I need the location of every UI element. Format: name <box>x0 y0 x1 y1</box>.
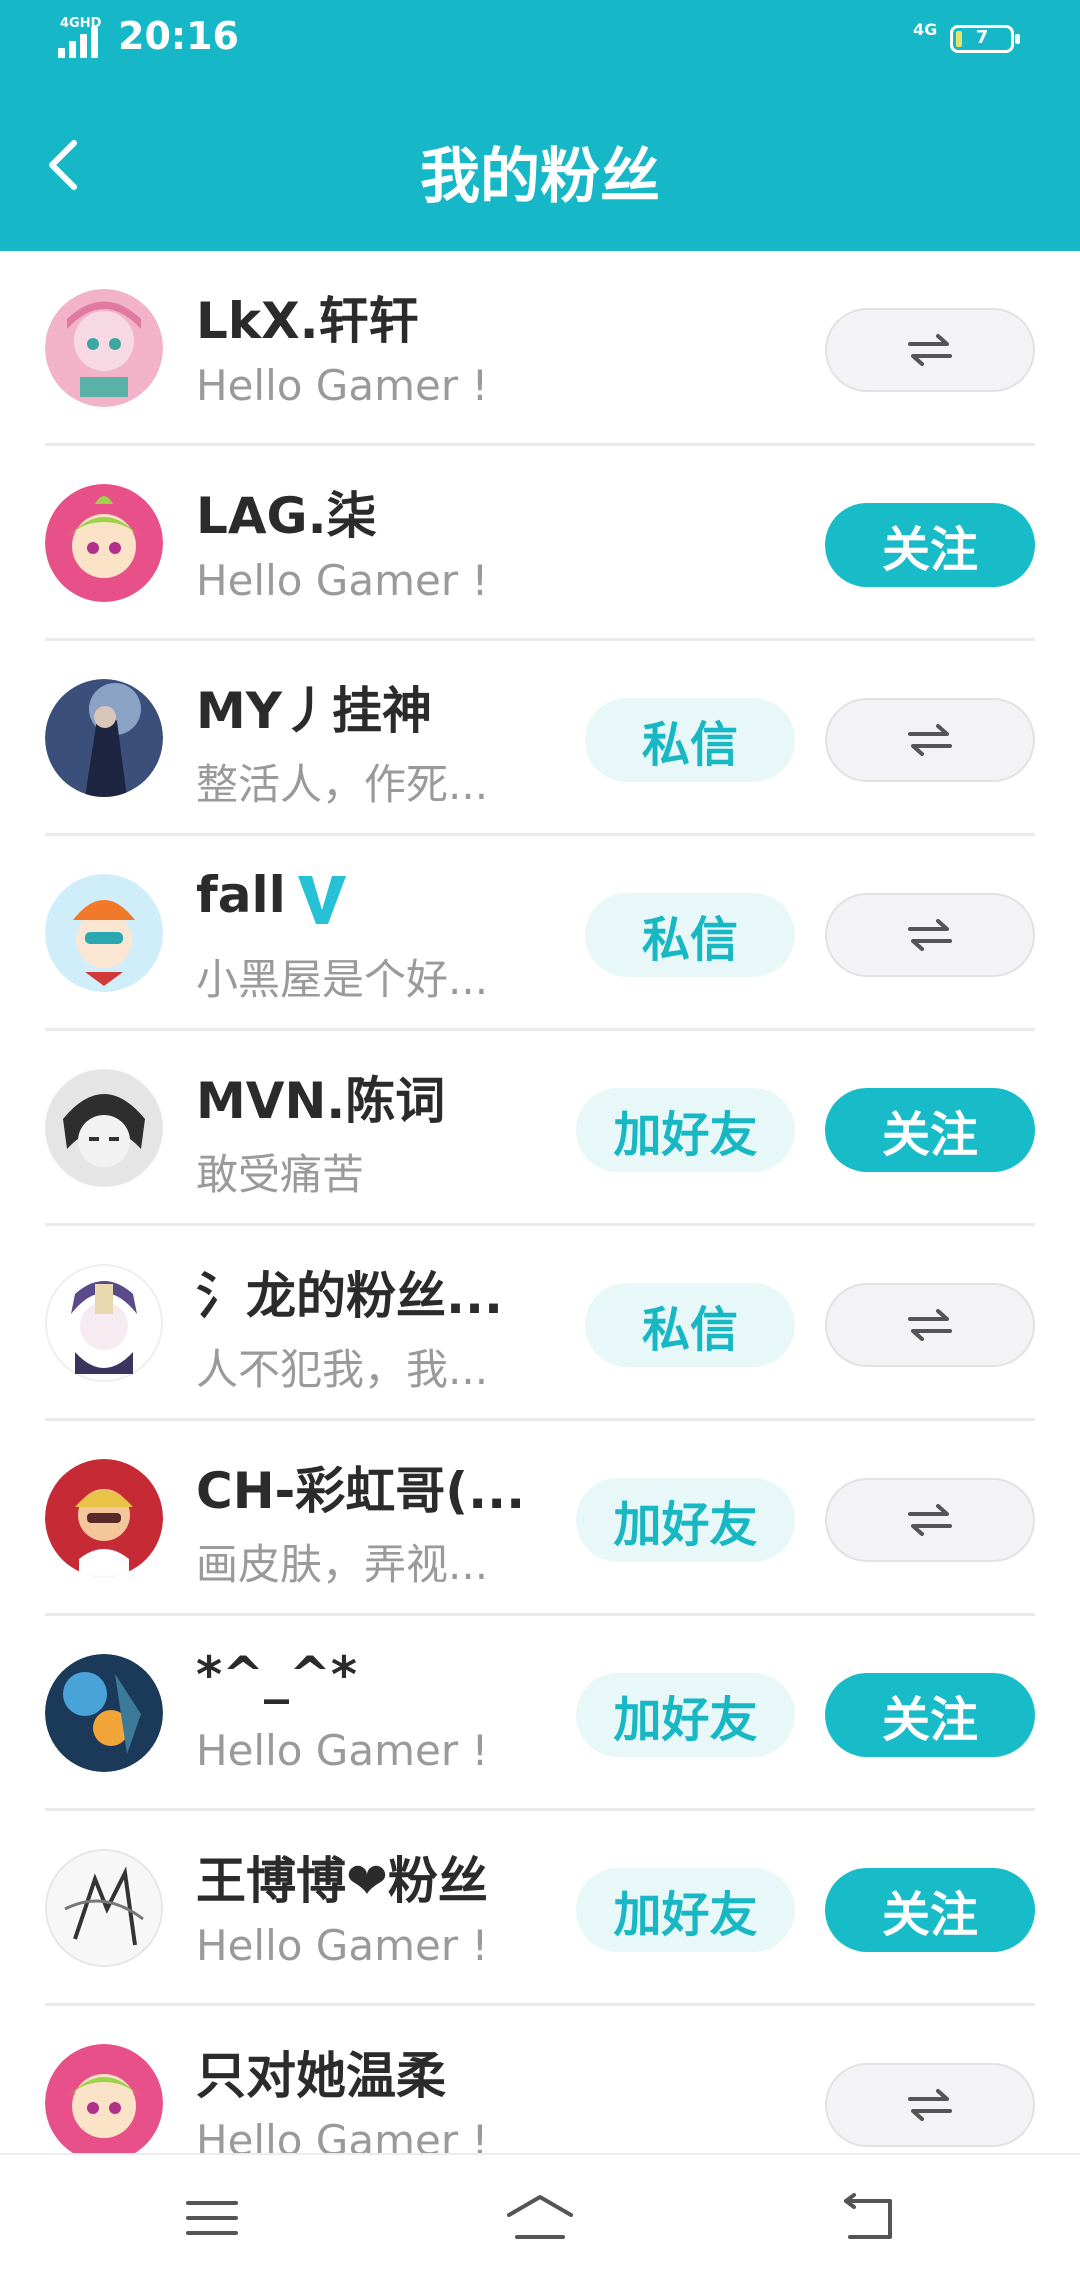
fan-name: 王博博❤粉丝 <box>196 1852 488 1910</box>
fan-signature: Hello Gamer ! <box>196 2116 489 2153</box>
mutual-follow-button[interactable] <box>825 1478 1035 1562</box>
list-item[interactable]: 只对她温柔 Hello Gamer ! <box>0 2006 1080 2153</box>
swap-arrows-icon <box>908 724 952 756</box>
list-item[interactable]: *^_^* Hello Gamer ! 加好友 关注 <box>0 1616 1080 1811</box>
list-item[interactable]: LAG.柒 Hello Gamer ! 关注 <box>0 446 1080 641</box>
avatar[interactable] <box>45 289 163 407</box>
fan-signature: 敢受痛苦 <box>196 1150 365 1199</box>
app-header: 4GHD 20:16 4G 7 我的粉丝 <box>0 0 1080 251</box>
swap-arrows-icon <box>908 919 952 951</box>
add-friend-button[interactable]: 加好友 <box>576 1868 795 1952</box>
back-icon[interactable] <box>838 2193 898 2243</box>
swap-arrows-icon <box>908 334 952 366</box>
list-item[interactable]: MVN.陈词 敢受痛苦 加好友 关注 <box>0 1031 1080 1226</box>
list-item[interactable]: 王博博❤粉丝 Hello Gamer ! 加好友 关注 <box>0 1811 1080 2006</box>
fans-list[interactable]: LkX.轩轩 Hello Gamer ! LAG.柒 Hello Gamer !… <box>0 251 1080 2153</box>
follow-button[interactable]: 关注 <box>825 503 1035 587</box>
add-friend-button[interactable]: 加好友 <box>576 1088 795 1172</box>
fan-signature: Hello Gamer ! <box>196 1921 489 1970</box>
swap-arrows-icon <box>908 1504 952 1536</box>
follow-button[interactable]: 关注 <box>825 1868 1035 1952</box>
list-item[interactable]: CH-彩虹哥(... 画皮肤，弄视... 加好友 <box>0 1421 1080 1616</box>
add-friend-button[interactable]: 加好友 <box>576 1673 795 1757</box>
battery-level: 7 <box>975 27 989 48</box>
signal-icon: 4GHD <box>58 16 104 58</box>
page-title: 我的粉丝 <box>420 142 660 212</box>
list-item[interactable]: LkX.轩轩 Hello Gamer ! <box>0 251 1080 446</box>
avatar[interactable] <box>45 1069 163 1187</box>
system-nav-bar <box>0 2153 1080 2280</box>
fan-signature: Hello Gamer ! <box>196 361 489 410</box>
verified-badge-icon <box>297 875 346 924</box>
message-button[interactable]: 私信 <box>585 1283 795 1367</box>
fan-name-text: fall <box>196 866 286 924</box>
swap-arrows-icon <box>908 1309 952 1341</box>
avatar[interactable] <box>45 1264 163 1382</box>
message-button[interactable]: 私信 <box>585 893 795 977</box>
list-item[interactable]: MY丿挂神 整活人，作死... 私信 <box>0 641 1080 836</box>
add-friend-button[interactable]: 加好友 <box>576 1478 795 1562</box>
fan-name: *^_^* <box>196 1646 358 1704</box>
fan-signature: 整活人，作死... <box>196 760 489 809</box>
list-item[interactable]: 氵龙的粉丝... 人不犯我，我... 私信 <box>0 1226 1080 1421</box>
avatar[interactable] <box>45 1459 163 1577</box>
battery-icon: 7 <box>950 25 1020 53</box>
mutual-follow-button[interactable] <box>825 893 1035 977</box>
avatar[interactable] <box>45 679 163 797</box>
mutual-follow-button[interactable] <box>825 698 1035 782</box>
follow-button[interactable]: 关注 <box>825 1673 1035 1757</box>
fan-signature: Hello Gamer ! <box>196 1726 489 1775</box>
status-time: 20:16 <box>118 14 239 58</box>
mutual-follow-button[interactable] <box>825 308 1035 392</box>
status-bar: 4GHD 20:16 4G 7 <box>0 0 1080 80</box>
fan-signature: 画皮肤，弄视... <box>196 1540 489 1589</box>
network-indicator: 4G <box>913 20 938 39</box>
menu-icon[interactable] <box>182 2193 242 2243</box>
fan-name: LkX.轩轩 <box>196 292 419 350</box>
fan-signature: 小黑屋是个好... <box>196 955 489 1004</box>
message-button[interactable]: 私信 <box>585 698 795 782</box>
list-item[interactable]: fall 小黑屋是个好... 私信 <box>0 836 1080 1031</box>
mutual-follow-button[interactable] <box>825 1283 1035 1367</box>
fan-signature: Hello Gamer ! <box>196 556 489 605</box>
fan-name: 氵龙的粉丝... <box>196 1267 503 1325</box>
fan-name: fall <box>196 866 348 928</box>
swap-arrows-icon <box>908 2089 952 2121</box>
home-icon[interactable] <box>505 2193 575 2243</box>
fan-name: MY丿挂神 <box>196 682 432 740</box>
follow-button[interactable]: 关注 <box>825 1088 1035 1172</box>
fan-signature: 人不犯我，我... <box>196 1345 489 1394</box>
fan-name: 只对她温柔 <box>196 2047 446 2105</box>
fan-name: CH-彩虹哥(... <box>196 1462 526 1520</box>
fan-name: MVN.陈词 <box>196 1072 446 1130</box>
avatar[interactable] <box>45 2044 163 2153</box>
avatar[interactable] <box>45 484 163 602</box>
fan-name: LAG.柒 <box>196 487 377 545</box>
avatar[interactable] <box>45 874 163 992</box>
avatar[interactable] <box>45 1654 163 1772</box>
avatar[interactable] <box>45 1849 163 1967</box>
mutual-follow-button[interactable] <box>825 2063 1035 2147</box>
